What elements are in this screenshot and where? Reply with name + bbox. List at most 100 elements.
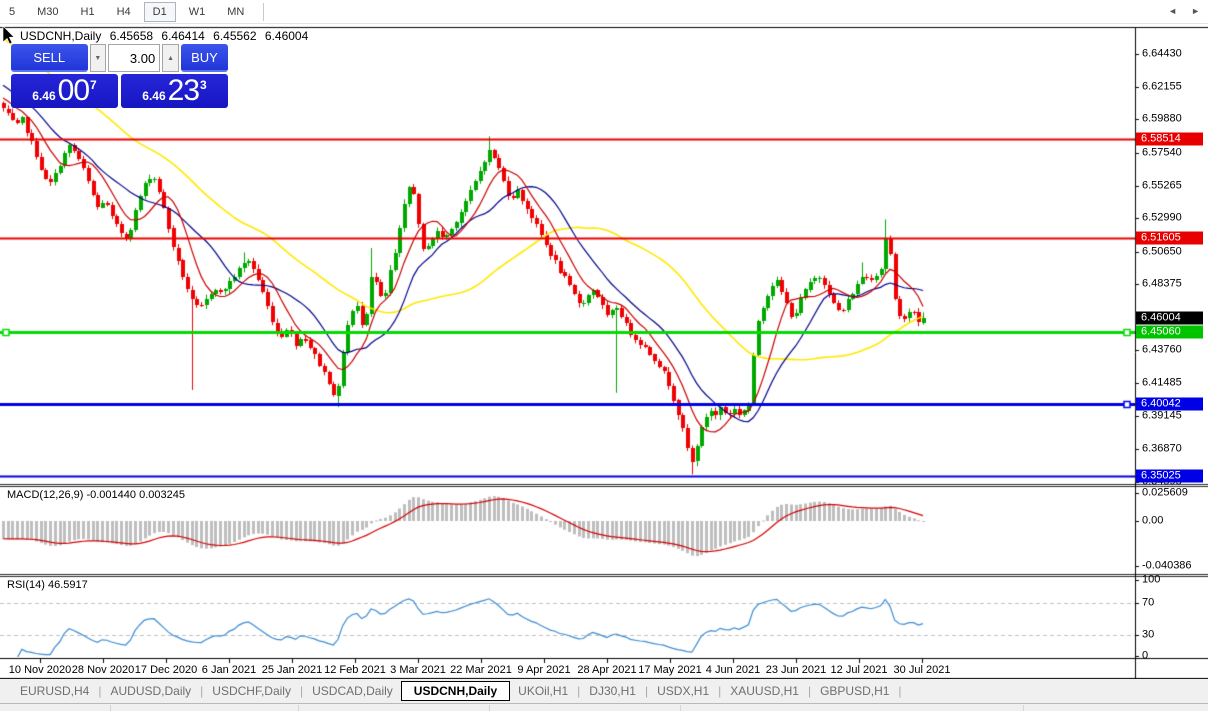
timeframe-button-w1[interactable]: W1 xyxy=(180,2,215,22)
chevron-up-icon: ▲ xyxy=(167,55,174,62)
date-tick-label: 22 Mar 2021 xyxy=(450,664,512,676)
rsi-axis-label: 0 xyxy=(1142,651,1148,662)
date-tick-label: 12 Jul 2021 xyxy=(831,664,888,676)
symbol-tab-eurusd[interactable]: EURUSD,H4 xyxy=(16,682,93,700)
macd-axis-label: 0.025609 xyxy=(1142,488,1188,499)
ask-price-display[interactable]: 6.46 23 3 xyxy=(121,74,228,108)
symbol-tab-ukoil[interactable]: UKOil,H1 xyxy=(514,682,572,700)
ask-price-base: 6.46 xyxy=(142,86,165,106)
volume-input[interactable] xyxy=(108,44,160,72)
tab-separator: | xyxy=(577,684,580,698)
level-price-badge: 6.58514 xyxy=(1136,133,1203,146)
price-tick-label: 6.41485 xyxy=(1142,377,1182,388)
date-tick-label: 17 May 2021 xyxy=(638,664,702,676)
one-click-trading-panel: SELL ▼ ▲ BUY 6.46 00 7 6.46 23 3 xyxy=(11,44,228,108)
toolbar-separator xyxy=(263,3,264,21)
bid-price-big: 00 xyxy=(58,76,89,106)
chevron-down-icon: ▼ xyxy=(94,55,101,62)
price-tick-label: 6.43760 xyxy=(1142,345,1182,356)
date-tick-label: 25 Jan 2021 xyxy=(262,664,323,676)
price-tick-label: 6.59880 xyxy=(1142,114,1182,125)
symbol-tab-dj30[interactable]: DJ30,H1 xyxy=(585,682,640,700)
date-tick-label: 28 Apr 2021 xyxy=(577,664,636,676)
bid-price-display[interactable]: 6.46 00 7 xyxy=(11,74,118,108)
rsi-axis-label: 30 xyxy=(1142,630,1154,641)
price-tick-label: 6.57540 xyxy=(1142,147,1182,158)
status-bar-divider xyxy=(1023,705,1024,711)
price-tick-label: 6.55265 xyxy=(1142,180,1182,191)
timeframe-button-h4[interactable]: H4 xyxy=(108,2,140,22)
price-tick-label: 6.62155 xyxy=(1142,81,1182,92)
buy-button[interactable]: BUY xyxy=(181,44,228,72)
chart-open-value: 6.45658 xyxy=(110,29,153,43)
macd-pane-label: MACD(12,26,9) -0.001440 0.003245 xyxy=(7,489,185,501)
date-tick-label: 4 Jun 2021 xyxy=(706,664,760,676)
date-tick-label: 28 Nov 2020 xyxy=(72,664,134,676)
timeframe-button-mn[interactable]: MN xyxy=(218,2,253,22)
tab-scroll-left-icon[interactable]: ◄ xyxy=(1168,6,1177,16)
tab-separator: | xyxy=(98,684,101,698)
status-bar-divider xyxy=(298,705,299,711)
date-tick-label: 9 Apr 2021 xyxy=(517,664,570,676)
rsi-pane-label: RSI(14) 46.5917 xyxy=(7,579,88,591)
volume-increase-button[interactable]: ▲ xyxy=(162,44,179,72)
timeframe-button-m30[interactable]: M30 xyxy=(28,2,67,22)
ask-price-pip: 3 xyxy=(200,78,207,92)
chart-low-value: 6.45562 xyxy=(213,29,256,43)
status-bar-divider xyxy=(680,705,681,711)
volume-decrease-button[interactable]: ▼ xyxy=(90,44,107,72)
chart-high-value: 6.46414 xyxy=(161,29,204,43)
price-tick-label: 6.39145 xyxy=(1142,411,1182,422)
symbol-tab-usdcnh[interactable]: USDCNH,Daily xyxy=(401,681,510,701)
level-price-badge: 6.40042 xyxy=(1136,397,1203,410)
date-tick-label: 30 Jul 2021 xyxy=(894,664,951,676)
price-tick-label: 6.52990 xyxy=(1142,213,1182,224)
sell-button[interactable]: SELL xyxy=(11,44,88,72)
tab-separator: | xyxy=(200,684,203,698)
date-tick-label: 10 Nov 2020 xyxy=(9,664,71,676)
date-tick-label: 3 Mar 2021 xyxy=(390,664,446,676)
timeframe-button-d1[interactable]: D1 xyxy=(144,2,176,22)
tab-separator: | xyxy=(898,684,901,698)
tab-separator: | xyxy=(300,684,303,698)
level-price-badge: 6.35025 xyxy=(1136,469,1203,482)
chart-close-value: 6.46004 xyxy=(265,29,308,43)
rsi-axis-label: 70 xyxy=(1142,598,1154,609)
price-tick-label: 6.48375 xyxy=(1142,279,1182,290)
bid-price-pip: 7 xyxy=(90,78,97,92)
chart-symbol-label: USDCNH,Daily xyxy=(20,29,101,43)
date-tick-label: 17 Dec 2020 xyxy=(135,664,197,676)
date-tick-label: 6 Jan 2021 xyxy=(202,664,256,676)
status-bar-divider xyxy=(489,705,490,711)
bid-price-base: 6.46 xyxy=(32,86,55,106)
rsi-axis-label: 100 xyxy=(1142,575,1160,586)
symbol-tab-usdchf[interactable]: USDCHF,Daily xyxy=(208,682,295,700)
date-tick-label: 23 Jun 2021 xyxy=(766,664,827,676)
tab-scroll-arrows: ◄ ► xyxy=(1168,6,1200,16)
mt4-chart-window: 5M30H1H4D1W1MN USDCNH,Daily 6.45658 6.46… xyxy=(0,0,1208,711)
timeframe-toolbar: 5M30H1H4D1W1MN xyxy=(0,0,1208,24)
current-price-badge: 6.46004 xyxy=(1136,312,1203,325)
tab-separator: | xyxy=(808,684,811,698)
status-bar xyxy=(0,703,1208,711)
timeframe-button-5[interactable]: 5 xyxy=(0,2,24,22)
tab-scroll-right-icon[interactable]: ► xyxy=(1191,6,1200,16)
symbol-tab-bar: EURUSD,H4 | AUDUSD,Daily | USDCHF,Daily | USDC… xyxy=(0,679,1208,703)
mouse-cursor-icon xyxy=(2,26,16,46)
symbol-tab-usdx[interactable]: USDX,H1 xyxy=(653,682,713,700)
price-tick-label: 6.36870 xyxy=(1142,444,1182,455)
tab-separator: | xyxy=(718,684,721,698)
symbol-tab-audusd[interactable]: AUDUSD,Daily xyxy=(106,682,195,700)
level-price-badge: 6.51605 xyxy=(1136,231,1203,244)
timeframe-button-h1[interactable]: H1 xyxy=(72,2,104,22)
status-bar-divider xyxy=(110,705,111,711)
symbol-tab-gbpusd[interactable]: GBPUSD,H1 xyxy=(816,682,893,700)
ask-price-big: 23 xyxy=(168,76,199,106)
symbol-tab-xauusd[interactable]: XAUUSD,H1 xyxy=(726,682,803,700)
macd-axis-label: -0.040386 xyxy=(1142,561,1192,572)
date-tick-label: 12 Feb 2021 xyxy=(324,664,386,676)
tab-separator: | xyxy=(645,684,648,698)
price-tick-label: 6.50650 xyxy=(1142,246,1182,257)
symbol-tab-usdcad[interactable]: USDCAD,Daily xyxy=(308,682,397,700)
price-tick-label: 6.64430 xyxy=(1142,49,1182,60)
